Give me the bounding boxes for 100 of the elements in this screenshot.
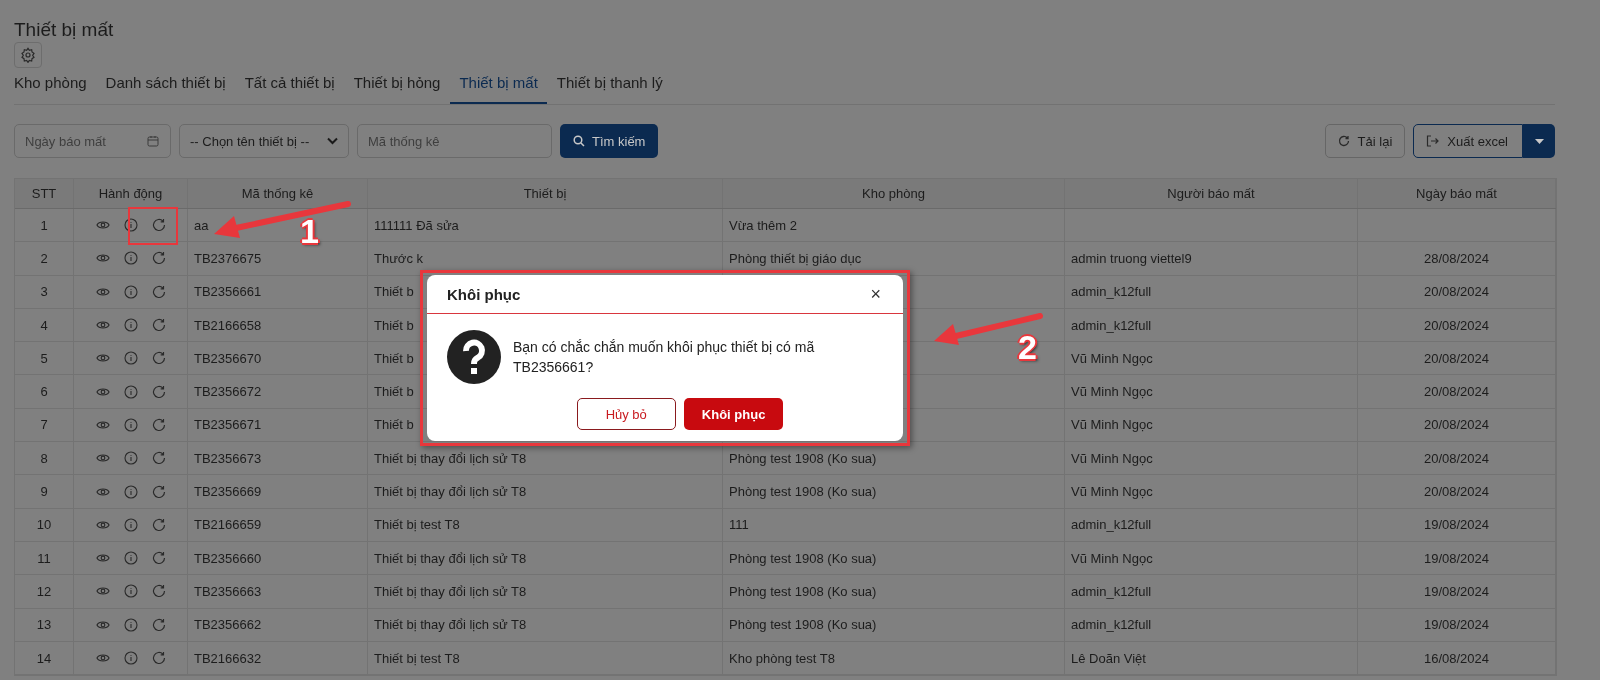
refresh-icon <box>1337 135 1350 147</box>
table-cell: Thiết b <box>374 417 414 433</box>
tab[interactable]: Tất cả thiết bị <box>235 62 344 104</box>
view-icon[interactable] <box>95 253 110 264</box>
table-cell: 12 <box>36 583 52 599</box>
view-icon[interactable] <box>95 519 110 530</box>
info-icon[interactable] <box>123 584 138 599</box>
table-cell: 20/08/2024 <box>1423 484 1490 499</box>
view-icon[interactable] <box>95 586 110 597</box>
view-icon[interactable] <box>95 553 110 564</box>
table-cell: admin_k12full <box>1071 517 1152 533</box>
tab[interactable]: Kho phòng <box>14 62 96 104</box>
info-icon[interactable] <box>123 517 138 532</box>
restore-icon[interactable] <box>151 251 166 266</box>
table-cell: Kho phòng test T8 <box>729 650 835 666</box>
table-cell: Thiết bị test T8 <box>374 650 460 666</box>
table-cell: 111111 Đã sửa <box>374 217 459 233</box>
table-cell: 20/08/2024 <box>1423 284 1490 300</box>
table-cell: 6 <box>40 384 48 400</box>
export-menu-button[interactable] <box>1523 124 1555 158</box>
info-icon[interactable] <box>123 451 138 466</box>
confirm-button[interactable]: Khôi phục <box>683 398 784 430</box>
view-icon[interactable] <box>95 653 110 663</box>
gear-icon <box>20 47 36 63</box>
restore-icon[interactable] <box>151 551 166 566</box>
restore-icon[interactable] <box>151 517 166 532</box>
info-icon[interactable] <box>123 251 138 266</box>
table-cell: admin_k12full <box>1071 583 1152 599</box>
table-cell: TB2356663 <box>194 583 262 599</box>
code-field[interactable]: Mã thống kê <box>357 124 552 158</box>
info-icon[interactable] <box>123 318 138 333</box>
table-cell: admin truong viettel9 <box>1071 250 1192 266</box>
tab[interactable]: Thiết bị mất <box>450 62 547 104</box>
table-cell: TB2356673 <box>194 450 262 466</box>
info-icon[interactable] <box>123 351 138 366</box>
search-button[interactable]: Tìm kiếm <box>560 124 659 158</box>
table-cell: aa <box>194 217 209 233</box>
table-cell: Thiết bị thay đổi lịch sử T8 <box>374 450 527 466</box>
date-field[interactable]: Ngày báo mất <box>14 124 171 158</box>
info-icon[interactable] <box>123 284 138 299</box>
reload-button[interactable]: Tải lại <box>1324 124 1406 158</box>
table-cell: 10 <box>36 517 52 533</box>
restore-icon[interactable] <box>151 218 166 233</box>
table-cell: TB2356661 <box>194 284 262 300</box>
view-icon[interactable] <box>95 386 110 397</box>
tab[interactable]: Danh sách thiết bị <box>96 62 235 104</box>
table-cell: Thiết bị test T8 <box>374 517 460 533</box>
info-icon[interactable] <box>123 651 138 665</box>
table-cell: Thiết b <box>374 284 414 300</box>
export-button[interactable]: Xuất excel <box>1413 124 1523 158</box>
table-cell: 8 <box>40 450 48 466</box>
table-cell: 20/08/2024 <box>1423 317 1490 333</box>
restore-icon[interactable] <box>151 651 166 665</box>
close-button[interactable]: × <box>868 285 883 303</box>
device-select[interactable]: -- Chọn tên thiết bị -- <box>179 124 349 158</box>
export-icon <box>1426 135 1440 147</box>
settings-button[interactable] <box>14 42 42 68</box>
table-cell: 28/08/2024 <box>1423 250 1490 266</box>
column-header: Hành động <box>74 179 188 208</box>
table-cell: Thiết bị thay đổi lịch sử T8 <box>374 583 527 599</box>
table-cell: 19/08/2024 <box>1423 517 1490 533</box>
table-cell: 4 <box>40 317 48 333</box>
restore-icon[interactable] <box>151 318 166 333</box>
table-cell: TB2356662 <box>194 617 262 633</box>
table-cell: Thiết bị thay đổi lịch sử T8 <box>374 484 527 499</box>
info-icon[interactable] <box>123 551 138 566</box>
view-icon[interactable] <box>95 486 110 497</box>
caret-icon <box>1534 138 1544 144</box>
restore-icon[interactable] <box>151 617 166 632</box>
table-cell: Phòng thiết bị giáo dục <box>729 250 862 266</box>
table-cell: 16/08/2024 <box>1423 650 1490 666</box>
view-icon[interactable] <box>95 619 110 630</box>
view-icon[interactable] <box>95 453 110 464</box>
table-cell: admin_k12full <box>1071 284 1152 300</box>
table-cell: 9 <box>40 484 48 499</box>
restore-icon[interactable] <box>151 584 166 599</box>
restore-icon[interactable] <box>151 417 166 432</box>
info-icon[interactable] <box>123 484 138 499</box>
restore-icon[interactable] <box>151 351 166 366</box>
info-icon[interactable] <box>123 218 138 233</box>
restore-icon[interactable] <box>151 384 166 399</box>
tab[interactable]: Thiết bị hỏng <box>344 62 450 104</box>
restore-icon[interactable] <box>151 451 166 466</box>
restore-icon[interactable] <box>151 284 166 299</box>
info-icon[interactable] <box>123 384 138 399</box>
table-cell: 2 <box>40 250 48 266</box>
table-cell: 3 <box>40 284 48 300</box>
table-cell: Phòng test 1908 (Ko sua) <box>729 450 877 466</box>
restore-icon[interactable] <box>151 484 166 499</box>
table-cell: TB2376675 <box>194 250 262 266</box>
table-cell: Vũ Minh Ngọc <box>1071 350 1153 366</box>
view-icon[interactable] <box>95 220 110 231</box>
info-icon[interactable] <box>123 417 138 432</box>
view-icon[interactable] <box>95 286 110 297</box>
view-icon[interactable] <box>95 419 110 430</box>
info-icon[interactable] <box>123 617 138 632</box>
view-icon[interactable] <box>95 320 110 331</box>
view-icon[interactable] <box>95 353 110 364</box>
cancel-button[interactable]: Hủy bỏ <box>576 398 676 430</box>
tab[interactable]: Thiết bị thanh lý <box>547 62 672 104</box>
